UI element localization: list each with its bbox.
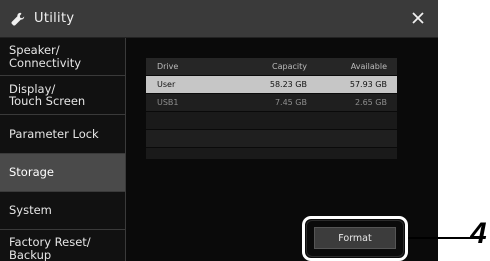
drive-capacity: 7.45 GB bbox=[274, 98, 307, 107]
sidebar-item-parameter-lock[interactable]: Parameter Lock bbox=[0, 115, 126, 154]
table-header: Drive Capacity Available bbox=[146, 58, 397, 75]
sidebar-item-label: Speaker/ Connectivity bbox=[9, 43, 82, 70]
table-row[interactable]: USB1 7.45 GB 2.65 GB bbox=[146, 94, 397, 111]
sidebar-item-label: System bbox=[9, 203, 52, 218]
drive-name: User bbox=[157, 80, 176, 89]
sidebar-item-label: Display/ Touch Screen bbox=[9, 81, 86, 108]
drive-available: 2.65 GB bbox=[354, 98, 387, 107]
close-icon[interactable] bbox=[410, 10, 426, 26]
header-drive: Drive bbox=[157, 62, 179, 71]
drive-available: 57.93 GB bbox=[349, 80, 387, 89]
sidebar-item-label: Parameter Lock bbox=[9, 126, 99, 141]
drive-capacity: 58.23 GB bbox=[269, 80, 307, 89]
window-title: Utility bbox=[34, 11, 75, 26]
table-row-empty bbox=[146, 130, 397, 147]
table-row[interactable]: User 58.23 GB 57.93 GB bbox=[146, 76, 397, 93]
header-capacity: Capacity bbox=[272, 62, 307, 71]
table-row-empty bbox=[146, 112, 397, 129]
callout-leader-line bbox=[408, 237, 472, 239]
sidebar-item-factory-reset-backup[interactable]: Factory Reset/ Backup bbox=[0, 230, 126, 261]
drive-name: USB1 bbox=[157, 98, 179, 107]
header-available: Available bbox=[350, 62, 387, 71]
utility-screen: Utility Speaker/ Connectivity Display/ T… bbox=[0, 0, 438, 261]
sidebar: Speaker/ Connectivity Display/ Touch Scr… bbox=[0, 38, 126, 261]
sidebar-item-system[interactable]: System bbox=[0, 192, 126, 230]
wrench-icon bbox=[11, 12, 25, 26]
sidebar-item-label: Storage bbox=[9, 165, 54, 180]
sidebar-item-speaker-connectivity[interactable]: Speaker/ Connectivity bbox=[0, 38, 126, 76]
format-button[interactable]: Format bbox=[314, 227, 396, 249]
sidebar-item-storage[interactable]: Storage bbox=[0, 154, 126, 192]
title-bar: Utility bbox=[0, 0, 438, 38]
callout-number: 4 bbox=[470, 217, 487, 250]
sidebar-item-label: Factory Reset/ Backup bbox=[9, 235, 91, 261]
sidebar-item-display-touch-screen[interactable]: Display/ Touch Screen bbox=[0, 76, 126, 115]
table-row-empty bbox=[146, 148, 397, 159]
